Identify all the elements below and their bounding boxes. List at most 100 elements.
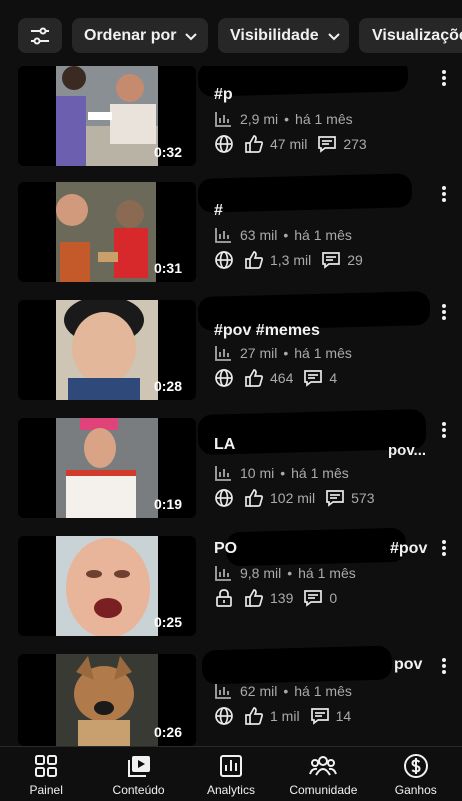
views-line: 10 mi • há 1 mês — [214, 462, 349, 484]
likes-stat: 102 mil — [244, 488, 315, 508]
comment-icon — [317, 134, 337, 154]
visibility-status[interactable] — [214, 706, 234, 726]
visibility-status[interactable] — [214, 488, 234, 508]
bar-chart-icon — [214, 564, 232, 582]
bar-chart-icon — [214, 110, 232, 128]
more-options-icon[interactable] — [436, 420, 452, 440]
globe-icon — [214, 368, 234, 388]
thumbs-up-icon — [244, 134, 264, 154]
stats-line: 47 mil 273 — [214, 132, 377, 156]
video-thumbnail[interactable]: 0:31 — [18, 182, 196, 282]
nav-community[interactable]: Comunidade — [278, 747, 368, 797]
globe-icon — [214, 488, 234, 508]
video-thumbnail[interactable]: 0:32 — [18, 66, 196, 166]
view-count: 62 mil — [240, 683, 278, 699]
comment-icon — [321, 250, 341, 270]
bar-chart-icon — [214, 344, 232, 362]
redaction-mark — [225, 527, 407, 567]
globe-icon — [214, 250, 234, 270]
visibility-dropdown[interactable]: Visibilidade — [218, 18, 349, 53]
likes-stat: 1 mil — [244, 706, 300, 726]
visibility-status[interactable] — [214, 134, 234, 154]
comment-icon — [310, 706, 330, 726]
nav-label: Ganhos — [394, 783, 437, 797]
comments-stat: 573 — [325, 488, 375, 508]
more-options-icon[interactable] — [436, 656, 452, 676]
comment-count: 573 — [351, 490, 375, 506]
duration-badge: 0:31 — [153, 260, 182, 276]
community-icon — [309, 753, 338, 779]
video-row[interactable]: 0:31 # 63 mil • há 1 mês 1,3 mil 29 — [0, 173, 462, 300]
globe-icon — [214, 706, 234, 726]
views-dropdown[interactable]: Visualizações — [359, 18, 462, 53]
comment-icon — [325, 488, 345, 508]
nav-analytics[interactable]: Analytics — [186, 747, 276, 797]
nav-label: Analytics — [206, 783, 255, 797]
duration-badge: 0:26 — [153, 724, 182, 740]
video-row[interactable]: 0:28 #pov #memes 27 mil • há 1 mês 464 4 — [0, 290, 462, 418]
visibility-status[interactable] — [214, 368, 234, 388]
video-row[interactable]: 0:32 #p 2,9 mi • há 1 mês 47 mil 273 — [0, 57, 462, 184]
globe-icon — [214, 134, 234, 154]
bar-chart-icon — [214, 226, 232, 244]
views-line: 62 mil • há 1 mês — [214, 680, 352, 702]
stats-line: 1 mil 14 — [214, 704, 361, 728]
video-title: #p — [214, 86, 233, 103]
comment-count: 14 — [335, 708, 352, 724]
more-options-icon[interactable] — [436, 302, 452, 322]
analytics-icon — [218, 753, 244, 779]
video-title: #pov #memes — [214, 322, 320, 339]
comments-stat: 14 — [310, 706, 352, 726]
comments-stat: 4 — [303, 368, 337, 388]
stats-line: 464 4 — [214, 366, 347, 390]
video-row[interactable]: 0:19 LA pov... 10 mi • há 1 mês 102 mil … — [0, 409, 462, 536]
more-options-icon[interactable] — [436, 68, 452, 88]
sliders-icon — [28, 24, 52, 48]
duration-badge: 0:32 — [153, 144, 182, 160]
thumbs-up-icon — [244, 706, 264, 726]
thumbs-up-icon — [244, 250, 264, 270]
visibility-status[interactable] — [214, 250, 234, 270]
lock-icon — [214, 588, 234, 608]
more-options-icon[interactable] — [436, 184, 452, 204]
video-thumbnail[interactable]: 0:25 — [18, 536, 196, 636]
video-thumbnail[interactable]: 0:19 — [18, 418, 196, 518]
duration-badge: 0:28 — [153, 378, 182, 394]
like-count: 47 mil — [270, 136, 308, 152]
video-thumbnail[interactable]: 0:26 — [18, 654, 196, 746]
filter-button[interactable] — [18, 18, 62, 53]
separator-dot: • — [287, 565, 293, 581]
video-content-icon — [126, 753, 152, 779]
video-title-tail: pov... — [388, 442, 427, 459]
nav-content[interactable]: Conteúdo — [94, 747, 184, 797]
video-title: PO — [214, 540, 238, 557]
visibility-status[interactable] — [214, 588, 234, 608]
sort-label: Ordenar por — [84, 26, 177, 44]
comments-stat: 0 — [303, 588, 337, 608]
chevron-down-icon — [184, 29, 198, 43]
video-thumbnail[interactable]: 0:28 — [18, 300, 196, 400]
comments-stat: 29 — [321, 250, 363, 270]
duration-badge: 0:25 — [153, 614, 182, 630]
views-line: 27 mil • há 1 mês — [214, 342, 352, 364]
nav-earnings[interactable]: Ganhos — [371, 747, 461, 797]
dashboard-icon — [33, 753, 59, 779]
more-options-icon[interactable] — [436, 538, 452, 558]
upload-age: há 1 mês — [291, 465, 349, 481]
video-row[interactable]: 0:25 PO #pov 9,8 mil • há 1 mês 139 0 — [0, 527, 462, 654]
bar-chart-icon — [214, 682, 232, 700]
thumbs-up-icon — [244, 488, 264, 508]
duration-badge: 0:19 — [153, 496, 182, 512]
view-count: 27 mil — [240, 345, 278, 361]
separator-dot: • — [280, 465, 286, 481]
like-count: 464 — [270, 370, 294, 386]
likes-stat: 1,3 mil — [244, 250, 311, 270]
nav-dashboard[interactable]: Painel — [1, 747, 91, 797]
comment-count: 29 — [347, 252, 363, 268]
video-title-tail: #pov — [390, 540, 428, 557]
view-count: 63 mil — [240, 227, 278, 243]
thumbs-up-icon — [244, 368, 264, 388]
sort-dropdown[interactable]: Ordenar por — [72, 18, 208, 53]
video-title: LA — [214, 436, 236, 453]
comment-icon — [303, 368, 323, 388]
